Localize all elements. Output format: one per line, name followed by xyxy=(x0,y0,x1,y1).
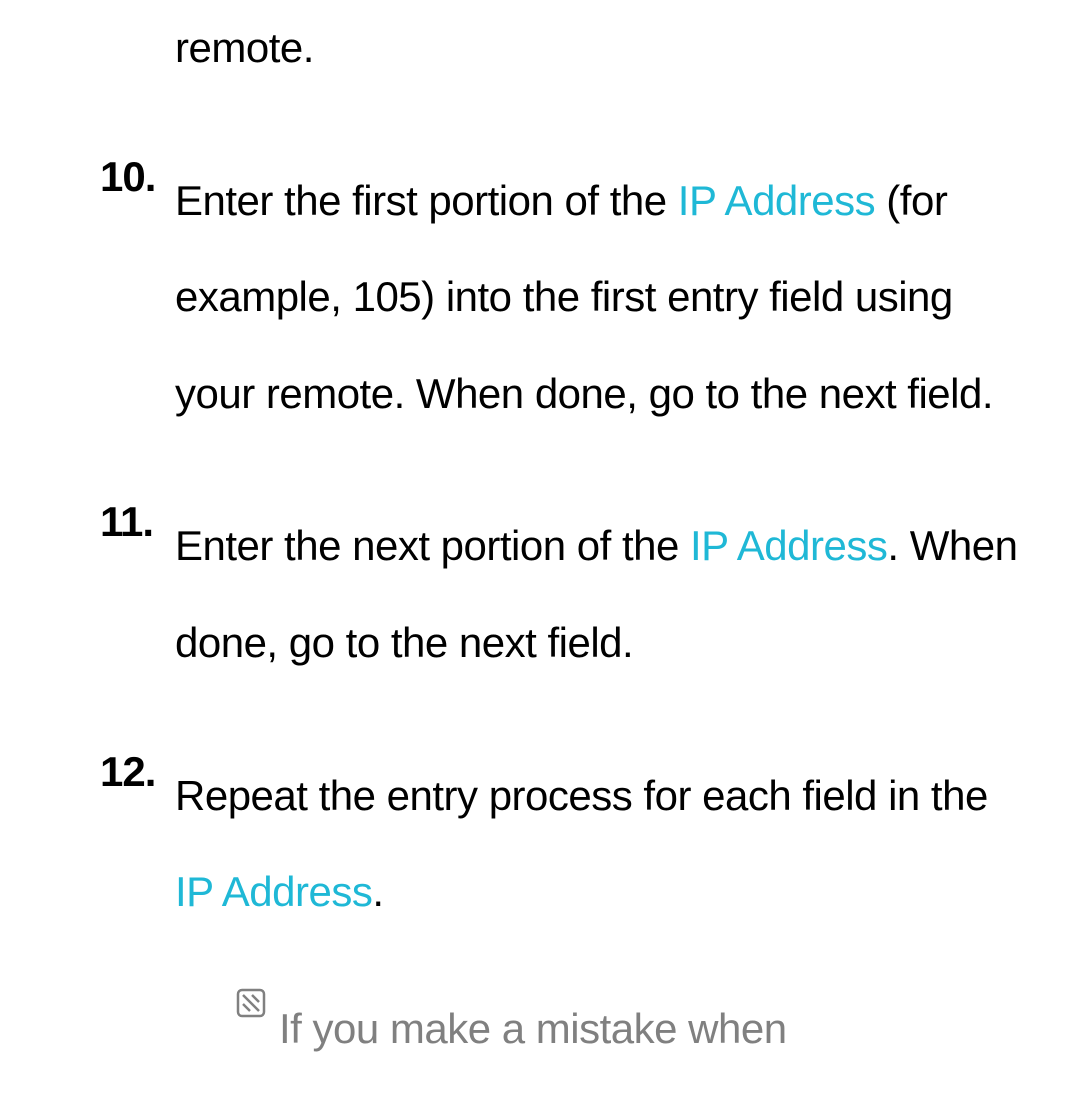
step-10: 10. Enter the first portion of the IP Ad… xyxy=(100,153,1020,443)
step-text-pre: Enter the first portion of the xyxy=(175,177,678,224)
note-text: If you make a mistake when xyxy=(279,981,1020,1078)
step-number: 11. xyxy=(100,498,175,691)
note: If you make a mistake when xyxy=(175,981,1020,1078)
step-text-pre: Enter the next portion of the xyxy=(175,522,690,569)
step-11: 11. Enter the next portion of the IP Add… xyxy=(100,498,1020,691)
step-text-post: . xyxy=(372,868,383,915)
term-ip-address: IP Address xyxy=(690,522,887,569)
previous-step-remnant: remote. xyxy=(100,0,1020,97)
step-text-pre: Repeat the entry process for each field … xyxy=(175,772,988,819)
step-body: Enter the next portion of the IP Address… xyxy=(175,498,1020,691)
term-ip-address: IP Address xyxy=(678,177,875,224)
term-ip-address: IP Address xyxy=(175,868,372,915)
step-body: Repeat the entry process for each field … xyxy=(175,748,1020,1078)
step-body: Enter the first portion of the IP Addres… xyxy=(175,153,1020,443)
step-number: 12. xyxy=(100,748,175,1078)
note-icon xyxy=(235,981,279,1019)
step-number: 10. xyxy=(100,153,175,443)
step-12: 12. Repeat the entry process for each fi… xyxy=(100,748,1020,1078)
